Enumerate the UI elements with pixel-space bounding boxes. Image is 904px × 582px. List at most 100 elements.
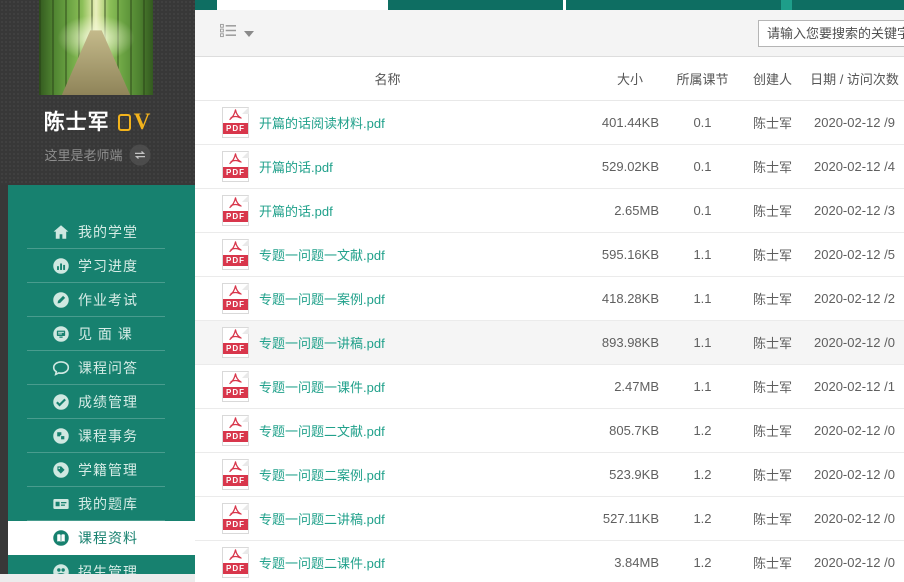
acrobat-glyph-icon: [227, 461, 244, 476]
acrobat-glyph-icon: [227, 241, 244, 256]
acrobat-glyph-icon: [227, 329, 244, 344]
file-date-visits: 2020-02-12 /0: [805, 335, 904, 350]
file-size: 523.9KB: [580, 467, 665, 482]
sidebar-menu: 我的学堂 学习进度 作业考试 见 面 课 课程问答 成绩管理 课程事务: [8, 185, 195, 574]
file-date-visits: 2020-02-12 /4: [805, 159, 904, 174]
file-name-cell: PDF 专题一问题一课件.pdf: [195, 371, 580, 402]
file-link[interactable]: 专题一问题二讲稿.pdf: [259, 509, 385, 528]
table-row: PDF 专题一问题一案例.pdf 418.28KB 1.1 陈士军 2020-0…: [195, 277, 904, 321]
file-creator: 陈士军: [740, 289, 805, 308]
file-name-cell: PDF 专题一问题一文献.pdf: [195, 239, 580, 270]
pdf-label: PDF: [223, 343, 248, 354]
file-name-cell: PDF 专题一问题二讲稿.pdf: [195, 503, 580, 534]
pdf-label: PDF: [223, 475, 248, 486]
pdf-label: PDF: [223, 431, 248, 442]
grid-icon: [52, 427, 70, 445]
file-link[interactable]: 专题一问题一案例.pdf: [259, 289, 385, 308]
tab-segment[interactable]: [195, 0, 217, 10]
file-creator: 陈士军: [740, 245, 805, 264]
sidebar-item-label: 课程问答: [78, 358, 138, 378]
file-date-visits: 2020-02-12 /1: [805, 379, 904, 394]
people-icon: [52, 563, 70, 574]
sidebar-item[interactable]: 课程问答: [8, 351, 195, 385]
sidebar-item[interactable]: 我的学堂: [8, 215, 195, 249]
file-creator: 陈士军: [740, 509, 805, 528]
file-date-visits: 2020-02-12 /9: [805, 115, 904, 130]
file-creator: 陈士军: [740, 465, 805, 484]
pdf-file-icon: PDF: [222, 283, 249, 314]
file-name-cell: PDF 开篇的话.pdf: [195, 151, 580, 182]
file-link[interactable]: 专题一问题二课件.pdf: [259, 553, 385, 572]
acrobat-glyph-icon: [227, 109, 244, 124]
search-input[interactable]: [758, 20, 904, 47]
acrobat-glyph-icon: [227, 373, 244, 388]
table-row: PDF 开篇的话.pdf 2.65MB 0.1 陈士军 2020-02-12 /…: [195, 189, 904, 233]
tab-segment[interactable]: [566, 0, 904, 10]
sidebar-left-strip: [0, 185, 8, 574]
file-section: 1.1: [665, 379, 740, 394]
sidebar-item-label: 见 面 课: [78, 324, 133, 344]
pdf-label: PDF: [223, 387, 248, 398]
table-row: PDF 开篇的话.pdf 529.02KB 0.1 陈士军 2020-02-12…: [195, 145, 904, 189]
file-section: 1.1: [665, 291, 740, 306]
progress-chart-icon: [52, 257, 70, 275]
sidebar-item-label: 课程资料: [78, 528, 138, 548]
file-link[interactable]: 开篇的话.pdf: [259, 201, 333, 220]
file-link[interactable]: 专题一问题二文献.pdf: [259, 421, 385, 440]
pdf-label: PDF: [223, 255, 248, 266]
home-icon: [52, 223, 70, 241]
list-view-button[interactable]: [219, 23, 254, 43]
file-link[interactable]: 开篇的话阅读材料.pdf: [259, 113, 385, 132]
file-date-visits: 2020-02-12 /2: [805, 291, 904, 306]
file-section: 1.2: [665, 511, 740, 526]
file-link[interactable]: 专题一问题一讲稿.pdf: [259, 333, 385, 352]
file-name-cell: PDF 专题一问题二课件.pdf: [195, 547, 580, 578]
acrobat-glyph-icon: [227, 417, 244, 432]
file-link[interactable]: 专题一问题一文献.pdf: [259, 245, 385, 264]
sidebar-item[interactable]: 作业考试: [8, 283, 195, 317]
pdf-file-icon: PDF: [222, 459, 249, 490]
pdf-label: PDF: [223, 167, 248, 178]
file-link[interactable]: 专题一问题二案例.pdf: [259, 465, 385, 484]
file-link[interactable]: 开篇的话.pdf: [259, 157, 333, 176]
file-date-visits: 2020-02-12 /0: [805, 555, 904, 570]
tab-segment[interactable]: [388, 0, 563, 10]
file-creator: 陈士军: [740, 157, 805, 176]
pdf-file-icon: PDF: [222, 415, 249, 446]
sidebar-item[interactable]: 课程资料: [8, 521, 195, 555]
sidebar-item[interactable]: 见 面 课: [8, 317, 195, 351]
pdf-file-icon: PDF: [222, 327, 249, 358]
pdf-label: PDF: [223, 299, 248, 310]
profile-name: 陈士军: [44, 111, 110, 134]
file-link[interactable]: 专题一问题一课件.pdf: [259, 377, 385, 396]
pdf-label: PDF: [223, 563, 248, 574]
sidebar-item[interactable]: 学籍管理: [8, 453, 195, 487]
file-section: 0.1: [665, 203, 740, 218]
acrobat-glyph-icon: [227, 153, 244, 168]
pdf-label: PDF: [223, 123, 248, 134]
phone-badge-icon: [118, 114, 131, 131]
sidebar-item[interactable]: 学习进度: [8, 249, 195, 283]
file-section: 1.2: [665, 555, 740, 570]
pdf-file-icon: PDF: [222, 547, 249, 578]
speech-bubble-icon: [52, 359, 70, 377]
file-size: 529.02KB: [580, 159, 665, 174]
file-name-cell: PDF 专题一问题二文献.pdf: [195, 415, 580, 446]
sidebar-item-label: 我的题库: [78, 494, 138, 514]
acrobat-glyph-icon: [227, 549, 244, 564]
sidebar-item[interactable]: 成绩管理: [8, 385, 195, 419]
file-date-visits: 2020-02-12 /0: [805, 423, 904, 438]
file-size: 595.16KB: [580, 247, 665, 262]
sidebar-item-label: 课程事务: [78, 426, 138, 446]
sidebar-item[interactable]: 招生管理: [8, 555, 195, 574]
pencil-icon: [52, 291, 70, 309]
switch-view-icon[interactable]: [129, 144, 151, 169]
pdf-file-icon: PDF: [222, 107, 249, 138]
sidebar-item-label: 作业考试: [78, 290, 138, 310]
pdf-label: PDF: [223, 519, 248, 530]
profile-panel: 陈士军V 这里是老师端: [0, 0, 195, 185]
sidebar-item[interactable]: 课程事务: [8, 419, 195, 453]
sidebar-item[interactable]: 我的题库: [8, 487, 195, 521]
main-content: 名称 大小 所属课节 创建人 日期 / 访问次数 PDF 开篇的话阅读材料.pd…: [195, 0, 904, 582]
caret-down-icon: [244, 24, 254, 42]
